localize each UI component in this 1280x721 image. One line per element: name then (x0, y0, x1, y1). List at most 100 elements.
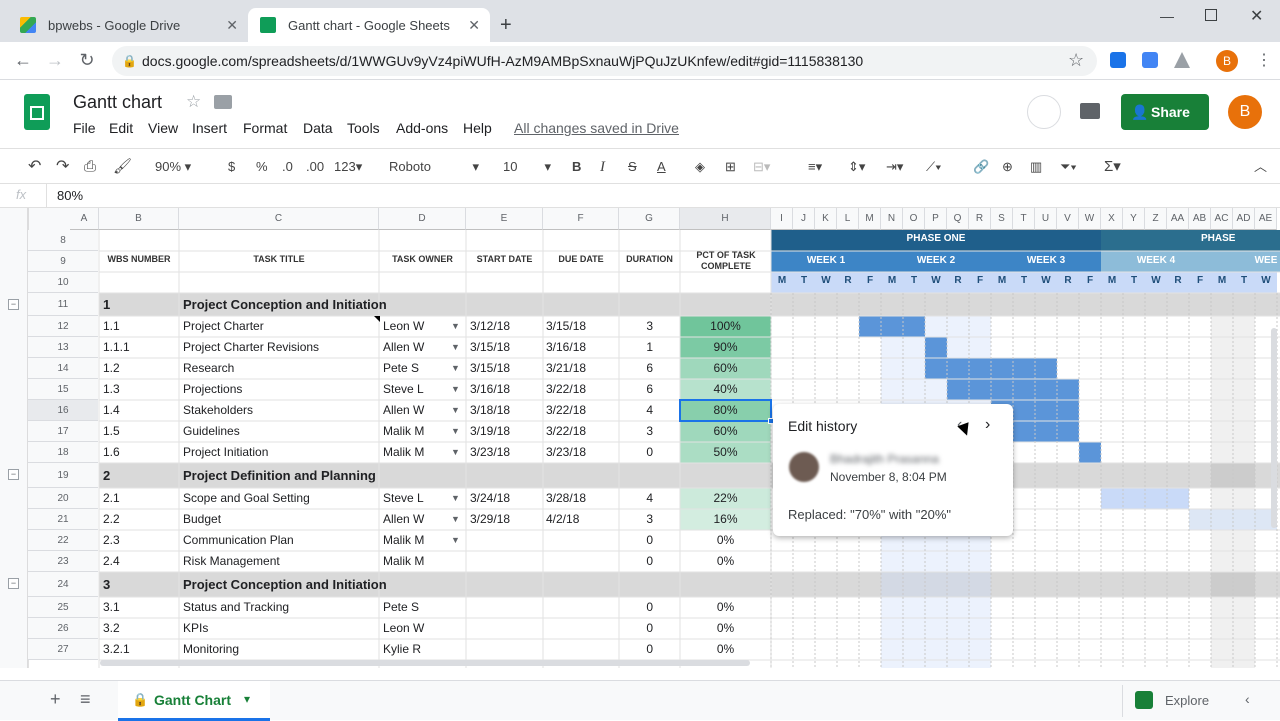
fill-color-icon[interactable]: ◈ (695, 157, 705, 177)
duration-cell[interactable]: 1 (619, 337, 653, 358)
dropdown-arrow-icon[interactable]: ▼ (451, 316, 461, 337)
zoom-select[interactable]: 90% ▾ (155, 157, 191, 177)
duration-cell[interactable]: 3 (619, 421, 653, 442)
column-header-Z[interactable]: Z (1145, 208, 1167, 230)
chart-icon[interactable]: ▥ (1030, 157, 1042, 177)
undo-icon[interactable]: ↶ (28, 157, 41, 177)
font-size-select[interactable]: 10 ▾ (503, 157, 551, 177)
chevron-down-icon[interactable]: ▾ (244, 692, 250, 706)
start-date-cell[interactable] (470, 597, 540, 618)
sheets-logo-icon[interactable] (24, 94, 50, 130)
wbs-cell[interactable]: 2.3 (103, 530, 177, 551)
wbs-cell[interactable]: 2.1 (103, 488, 177, 509)
all-sheets-icon[interactable]: ≡ (80, 689, 91, 710)
task-title-cell[interactable]: Monitoring (183, 639, 375, 660)
minimize-icon[interactable]: — (1160, 8, 1174, 24)
pct-complete-cell[interactable]: 0% (680, 618, 771, 639)
column-header-AE[interactable]: AE (1255, 208, 1277, 230)
wbs-cell[interactable]: 1.6 (103, 442, 177, 463)
column-header-P[interactable]: P (925, 208, 947, 230)
wrap-icon[interactable]: ⇥▾ (886, 157, 903, 177)
duration-cell[interactable]: 0 (619, 551, 653, 572)
start-date-cell[interactable]: 3/15/18 (470, 337, 540, 358)
due-date-cell[interactable] (546, 597, 616, 618)
comments-icon[interactable] (1080, 103, 1100, 119)
collapse-group-icon[interactable]: − (8, 578, 19, 589)
task-title-cell[interactable]: Guidelines (183, 421, 375, 442)
row-header-26[interactable]: 26 (28, 618, 98, 639)
row-header-13[interactable]: 13 (28, 337, 98, 358)
task-owner-cell[interactable]: Allen W (383, 509, 443, 530)
tab-sheets[interactable]: Gantt chart - Google Sheets ✕ (248, 8, 490, 42)
increase-decimal-button[interactable]: .00 (306, 157, 324, 177)
drive-extension-icon[interactable] (1174, 52, 1190, 68)
pct-complete-cell[interactable]: 0% (680, 530, 771, 551)
due-date-cell[interactable]: 3/22/18 (546, 421, 616, 442)
pct-complete-cell[interactable]: 60% (680, 421, 771, 442)
row-header-20[interactable]: 20 (28, 488, 98, 509)
duration-cell[interactable]: 6 (619, 358, 653, 379)
wbs-cell[interactable]: 3.1 (103, 597, 177, 618)
due-date-cell[interactable]: 3/16/18 (546, 337, 616, 358)
start-date-cell[interactable]: 3/16/18 (470, 379, 540, 400)
functions-icon[interactable]: Σ▾ (1104, 157, 1121, 177)
row-header-15[interactable]: 15 (28, 379, 98, 400)
close-icon[interactable]: ✕ (468, 17, 480, 34)
column-header-L[interactable]: L (837, 208, 859, 230)
wbs-cell[interactable]: 1.1 (103, 316, 177, 337)
duration-cell[interactable]: 0 (619, 639, 653, 660)
duration-cell[interactable]: 0 (619, 442, 653, 463)
borders-icon[interactable]: ⊞ (725, 157, 736, 177)
row-header-9[interactable]: 9 (28, 251, 98, 272)
task-owner-cell[interactable]: Steve L (383, 379, 443, 400)
task-owner-cell[interactable]: Malik M (383, 442, 443, 463)
task-title-cell[interactable]: Risk Management (183, 551, 375, 572)
column-header-AC[interactable]: AC (1211, 208, 1233, 230)
dropdown-arrow-icon[interactable]: ▼ (451, 530, 461, 551)
collapse-group-icon[interactable]: − (8, 469, 19, 480)
extension-icon[interactable] (1110, 52, 1126, 68)
task-title-cell[interactable]: Status and Tracking (183, 597, 375, 618)
column-header-S[interactable]: S (991, 208, 1013, 230)
pct-complete-cell[interactable]: 0% (680, 639, 771, 660)
collapse-icon[interactable]: ︿ (1254, 157, 1267, 177)
side-panel-icon[interactable]: ‹ (1245, 691, 1250, 707)
row-header-11[interactable]: 11 (28, 293, 98, 316)
due-date-cell[interactable]: 4/2/18 (546, 509, 616, 530)
task-title-cell[interactable]: Project Charter (183, 316, 375, 337)
extension-icon[interactable] (1142, 52, 1158, 68)
wbs-cell[interactable]: 3.2.1 (103, 639, 177, 660)
sheet-tab-gantt[interactable]: 🔒 Gantt Chart ▾ (118, 681, 270, 721)
dropdown-arrow-icon[interactable]: ▼ (451, 400, 461, 421)
menu-edit[interactable]: Edit (109, 120, 133, 136)
menu-file[interactable]: File (73, 120, 96, 136)
text-color-icon[interactable]: A (657, 157, 666, 177)
start-date-cell[interactable] (470, 618, 540, 639)
row-header-22[interactable]: 22 (28, 530, 98, 551)
duration-cell[interactable]: 0 (619, 597, 653, 618)
dropdown-arrow-icon[interactable]: ▼ (451, 421, 461, 442)
pct-complete-cell[interactable]: 90% (680, 337, 771, 358)
column-header-K[interactable]: K (815, 208, 837, 230)
task-title-cell[interactable]: Stakeholders (183, 400, 375, 421)
column-header-O[interactable]: O (903, 208, 925, 230)
start-date-cell[interactable]: 3/23/18 (470, 442, 540, 463)
column-header-T[interactable]: T (1013, 208, 1035, 230)
save-status[interactable]: All changes saved in Drive (514, 120, 679, 136)
duration-cell[interactable]: 4 (619, 400, 653, 421)
duration-cell[interactable]: 3 (619, 316, 653, 337)
profile-avatar[interactable]: B (1216, 50, 1238, 72)
menu-addons[interactable]: Add-ons (396, 120, 448, 136)
explore-button[interactable]: Explore (1122, 685, 1218, 717)
column-header-AA[interactable]: AA (1167, 208, 1189, 230)
row-header-23[interactable]: 23 (28, 551, 98, 572)
duration-cell[interactable]: 3 (619, 509, 653, 530)
task-title-cell[interactable]: Project Initiation (183, 442, 375, 463)
pct-complete-cell[interactable]: 0% (680, 551, 771, 572)
pct-complete-cell[interactable]: 0% (680, 597, 771, 618)
dropdown-arrow-icon[interactable]: ▼ (451, 337, 461, 358)
start-date-cell[interactable]: 3/19/18 (470, 421, 540, 442)
column-header-N[interactable]: N (881, 208, 903, 230)
font-select[interactable]: Roboto ▾ (389, 157, 479, 177)
column-header-Q[interactable]: Q (947, 208, 969, 230)
